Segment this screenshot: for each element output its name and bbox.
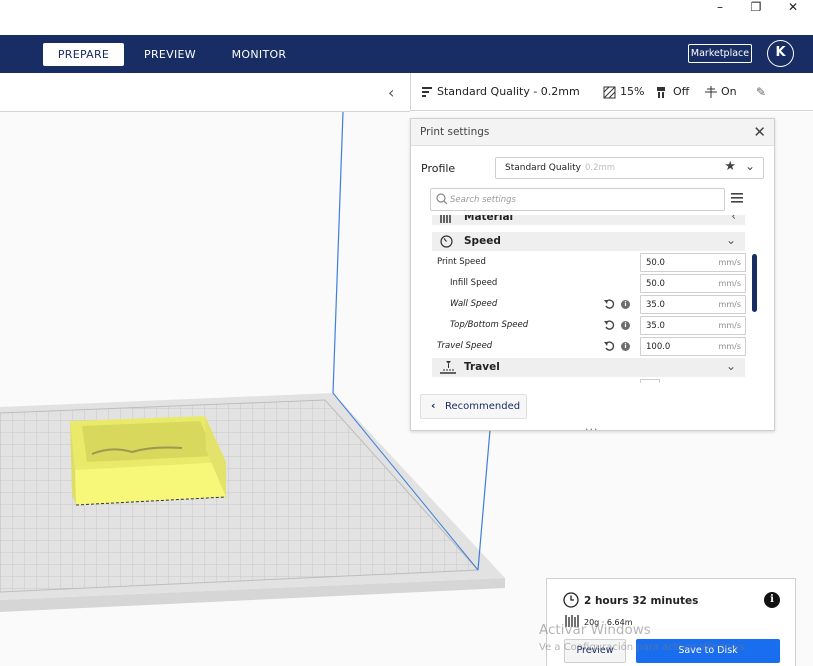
category-speed[interactable]: Speed ⌄ — [432, 232, 745, 251]
setting-unit: mm/s — [718, 300, 741, 309]
setting-unit: mm/s — [718, 258, 741, 267]
marketplace-button[interactable]: Marketplace — [688, 44, 752, 63]
chevron-down-icon[interactable]: ⌄ — [726, 359, 736, 373]
category-travel[interactable]: Travel ⌄ — [432, 358, 745, 377]
setting-label: Top/Bottom Speed — [450, 320, 529, 330]
restore-icon[interactable]: ❐ — [738, 0, 774, 17]
support-summary[interactable]: Off — [656, 84, 689, 100]
reset-icon[interactable] — [604, 299, 615, 310]
adhesion-value: On — [721, 85, 737, 98]
chevron-left-icon[interactable]: ‹ — [388, 83, 394, 102]
setting-unit: mm/s — [718, 321, 741, 330]
chevron-left-icon[interactable]: ‹ — [731, 215, 736, 223]
support-value: Off — [673, 85, 690, 98]
support-icon — [657, 86, 665, 98]
setting-input[interactable]: 35.0 mm/s — [640, 295, 746, 314]
info-icon[interactable]: i — [621, 321, 630, 330]
edit-pencil-icon[interactable]: ✎ — [756, 84, 766, 100]
profile-label: Profile — [421, 162, 456, 175]
settings-scrollbar[interactable] — [752, 254, 757, 312]
setting-wall-speed: Wall Speed i 35.0 mm/s — [430, 295, 746, 315]
profile-summary-label: Standard Quality - 0.2mm — [437, 85, 580, 98]
setting-input[interactable]: 35.0 mm/s — [640, 316, 746, 335]
setting-unit: mm/s — [718, 342, 741, 351]
setting-print-speed: Print Speed 50.0 mm/s — [430, 253, 746, 273]
account-avatar[interactable]: K — [767, 40, 794, 67]
category-label: Travel — [464, 361, 500, 373]
speed-icon — [440, 235, 453, 248]
activation-watermark-text: Ve a Configuración para activar Windows. — [539, 642, 748, 653]
close-icon[interactable]: ✕ — [753, 123, 766, 141]
profile-summary[interactable]: Standard Quality - 0.2mm — [421, 84, 580, 100]
travel-icon — [440, 361, 456, 374]
infill-summary[interactable]: 15% — [603, 84, 644, 100]
setting-top-bottom-speed: Top/Bottom Speed i 35.0 mm/s — [430, 316, 746, 336]
setting-travel-speed: Travel Speed i 100.0 mm/s — [430, 337, 746, 357]
recommended-label: Recommended — [445, 401, 521, 412]
setting-value: 50.0 — [646, 258, 665, 268]
profile-dropdown[interactable]: Standard Quality 0.2mm ★ ⌄ — [495, 157, 764, 179]
panel-resize-handle[interactable]: ... — [585, 420, 599, 433]
info-icon[interactable]: i — [764, 592, 780, 608]
chevron-down-icon[interactable]: ⌄ — [745, 159, 755, 173]
material-icon — [440, 215, 451, 223]
infill-icon — [603, 86, 616, 98]
chevron-down-icon[interactable]: ⌄ — [726, 233, 736, 247]
settings-list[interactable]: Material ‹ Speed ⌄ Print Speed 50.0 mm/s… — [430, 215, 746, 383]
minimize-icon[interactable]: – — [702, 0, 738, 17]
recommended-button[interactable]: ‹ Recommended — [420, 394, 527, 419]
quality-icon — [422, 87, 432, 97]
print-time: 2 hours 32 minutes — [584, 595, 699, 607]
clock-icon — [563, 592, 579, 608]
tab-prepare[interactable]: PREPARE — [43, 43, 124, 66]
settings-menu-icon[interactable] — [731, 193, 743, 203]
setting-unit: mm/s — [718, 279, 741, 288]
tab-preview[interactable]: PREVIEW — [135, 43, 205, 66]
setting-label: Infill Speed — [450, 278, 498, 288]
chevron-left-icon: ‹ — [431, 399, 436, 412]
setting-infill-speed: Infill Speed 50.0 mm/s — [430, 274, 746, 294]
panel-title: Print settings — [420, 126, 490, 138]
close-icon[interactable]: ✕ — [775, 0, 811, 17]
panel-header: Print settings ✕ — [411, 119, 774, 146]
setting-input[interactable]: 50.0 mm/s — [640, 253, 746, 272]
info-icon[interactable]: i — [621, 342, 630, 351]
search-settings-input[interactable]: Search settings — [430, 188, 725, 211]
search-placeholder: Search settings — [450, 195, 516, 205]
setting-input[interactable] — [640, 379, 660, 383]
search-icon — [436, 193, 448, 205]
activation-watermark-title: Activar Windows — [539, 622, 651, 638]
category-material[interactable]: Material ‹ — [432, 215, 745, 225]
setting-value: 100.0 — [646, 342, 671, 352]
adhesion-summary[interactable]: On — [705, 84, 737, 100]
category-label: Speed — [464, 235, 501, 247]
adhesion-icon — [705, 86, 717, 98]
setting-value: 35.0 — [646, 321, 665, 331]
stage-menu-bar: ‹ — [0, 73, 410, 112]
profile-layer-height: 0.2mm — [585, 163, 616, 173]
setting-input[interactable]: 100.0 mm/s — [640, 337, 746, 356]
setting-input[interactable]: 50.0 mm/s — [640, 274, 746, 293]
setting-value: 50.0 — [646, 279, 665, 289]
infill-value: 15% — [620, 85, 645, 98]
info-icon[interactable]: i — [621, 300, 630, 309]
category-label: Material — [464, 215, 514, 223]
print-setup-selector[interactable]: Standard Quality - 0.2mm 15% Off On ✎ — [410, 73, 813, 111]
setting-label: Wall Speed — [450, 299, 498, 309]
profile-name: Standard Quality — [505, 163, 581, 173]
build-volume-edge — [477, 429, 491, 571]
tab-monitor[interactable]: MONITOR — [222, 43, 296, 66]
star-icon[interactable]: ★ — [724, 159, 736, 174]
setting-value: 35.0 — [646, 300, 665, 310]
setting-label: Print Speed — [437, 257, 486, 267]
setting-label: Travel Speed — [437, 341, 493, 351]
print-settings-panel: Print settings ✕ Profile Standard Qualit… — [410, 118, 775, 433]
reset-icon[interactable] — [604, 341, 615, 352]
window-title-bar: – ❐ ✕ — [0, 0, 813, 17]
build-volume-edge — [332, 112, 344, 394]
reset-icon[interactable] — [604, 320, 615, 331]
